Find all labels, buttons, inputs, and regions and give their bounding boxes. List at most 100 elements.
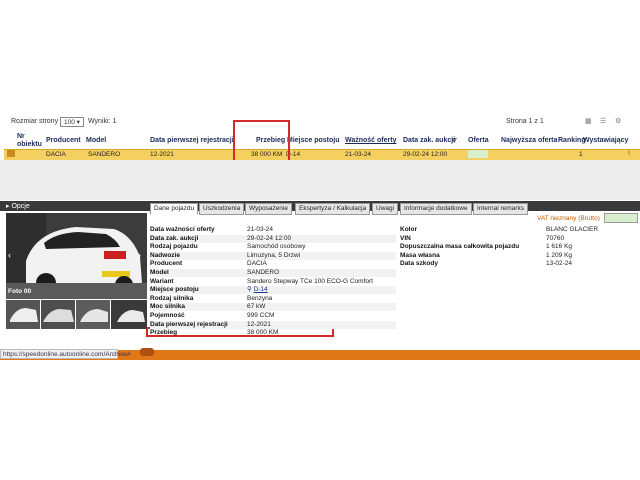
col-wystawiajacy[interactable]: Wystawiający <box>583 137 628 145</box>
detail-value: DACIA <box>247 260 267 268</box>
tab-dane-pojazdu[interactable]: Dane pojazdu <box>150 203 199 215</box>
col-nr[interactable]: Nr obiektu <box>17 133 42 149</box>
sort-icon[interactable]: ▽ <box>452 137 457 145</box>
detail-label: Data pierwszej rejestracji <box>150 320 228 328</box>
detail-label: Pojemność <box>150 312 185 319</box>
row-waznosc: 21-03-24 <box>345 151 372 158</box>
row-data-zak: 29-02-24 12:00 <box>403 151 448 158</box>
tab-internal-remarks[interactable]: Internal remarks <box>473 203 528 215</box>
detail-label: Kolor <box>400 226 417 233</box>
col-ranking[interactable]: Ranking <box>558 137 586 145</box>
detail-row: Data ważności oferty 21-03-24 <box>150 226 396 234</box>
options-label: ▸ Opcje <box>6 203 30 210</box>
thumbnail[interactable] <box>111 300 147 329</box>
car-image <box>6 213 147 299</box>
col-data-zak-aukcji[interactable]: Data zak. aukcji <box>403 137 455 145</box>
detail-value: 13-02-24 <box>546 260 573 268</box>
row-ranking: 1 <box>579 151 583 158</box>
car-icon <box>140 348 154 356</box>
col-model[interactable]: Model <box>86 137 106 145</box>
folder-icon[interactable] <box>7 150 15 157</box>
offer-input[interactable] <box>468 150 488 158</box>
page-size-select[interactable]: 100 ▾ <box>60 117 84 127</box>
page-size-value: 100 <box>64 119 75 126</box>
detail-row: Data pierwszej rejestracji 12-2021 <box>150 320 396 329</box>
detail-value: 999 CCM <box>247 312 275 319</box>
page-size-label: Rozmiar strony <box>11 118 59 125</box>
row-model: SANDERO <box>88 151 121 158</box>
detail-value: 12-2021 <box>247 320 271 328</box>
row-data-rejestracji: 12-2021 <box>150 151 174 158</box>
detail-label: Data ważności oferty <box>150 226 215 233</box>
detail-value: 38 000 KM <box>247 329 279 337</box>
detail-label: Model <box>150 269 169 276</box>
tab-ekspertyza[interactable]: Ekspertyza / Kalkulacja <box>295 203 371 215</box>
thumbnail[interactable] <box>41 300 75 329</box>
photo-next-icon[interactable]: › <box>138 250 141 260</box>
vat-label: VAT nieznany (Brutto) <box>537 215 600 222</box>
col-najwyzsza-oferta[interactable]: Najwyższa oferta <box>501 137 557 145</box>
detail-row: Rodzaj silnika Benzyna <box>150 295 396 303</box>
location-link[interactable]: ⚲ D-14 <box>247 286 268 294</box>
photo-label: Foto 00 <box>8 288 32 295</box>
tab-informacje[interactable]: Informacje dodatkowe <box>400 203 472 215</box>
thumbnail[interactable] <box>6 300 40 329</box>
tab-uwagi[interactable]: Uwagi <box>372 203 399 215</box>
detail-label: Masa własna <box>400 251 440 259</box>
row-producent: DACIA <box>46 151 66 158</box>
detail-label: Dopuszczalna masa całkowita pojazdu <box>400 243 520 251</box>
options-text: Opcje <box>11 203 30 210</box>
detail-value: 1 616 Kg <box>546 243 573 251</box>
detail-value: 21-03-24 <box>247 226 274 233</box>
thumbnail[interactable] <box>76 300 110 329</box>
col-producent[interactable]: Producent <box>46 137 81 145</box>
detail-row: Data zak. aukcji 29-02-24 12:00 <box>150 234 396 243</box>
detail-row: Pojemność 999 CCM <box>150 312 396 320</box>
detail-value: Samochód osobowy <box>247 243 306 251</box>
detail-row: Rodzaj pojazdu Samochód osobowy <box>150 243 396 251</box>
photo-thumbnails <box>6 300 147 329</box>
detail-row: Przebieg 38 000 KM <box>150 329 396 337</box>
detail-row: Producent DACIA <box>150 260 396 268</box>
detail-label: Data szkody <box>400 260 438 268</box>
detail-label: Moc silnika <box>150 303 186 311</box>
detail-label: Data zak. aukcji <box>150 234 199 242</box>
detail-value: 29-02-24 12:00 <box>247 234 292 242</box>
detail-label: Rodzaj silnika <box>150 294 194 302</box>
tab-uszkodzenia[interactable]: Uszkodzenia <box>199 203 245 215</box>
detail-row: Wariant Sandero Stepway TCe 100 ECO-G Com… <box>150 278 396 286</box>
results-toolbar: Rozmiar strony 100 ▾ Wyniki: 1 Strona 1 … <box>0 117 640 129</box>
detail-label: Rodzaj pojazdu <box>150 243 198 251</box>
detail-value: Benzyna <box>247 294 273 302</box>
settings-icon[interactable]: ⚙ <box>615 117 621 125</box>
detail-label: Miejsce postoju <box>150 286 199 294</box>
list-view-icon[interactable]: ☰ <box>600 117 606 125</box>
detail-label: Producent <box>150 260 183 268</box>
detail-value: BLANC GLACIER <box>546 226 599 233</box>
detail-label: VIN <box>400 234 411 242</box>
detail-label: Nadwozie <box>150 251 180 259</box>
grid-view-icon[interactable]: ▦ <box>585 117 592 125</box>
col-miejsce-postoju[interactable]: Miejsce postoju <box>287 137 340 145</box>
tab-wyposazenie[interactable]: Wyposażenie <box>245 203 292 215</box>
detail-value: 70760 <box>546 234 565 242</box>
status-url: https://speedonline.autoonline.com/Archi… <box>0 349 131 359</box>
detail-row: Moc silnika 67 kW <box>150 303 396 312</box>
col-waznosc-oferty[interactable]: Ważność oferty <box>345 137 396 145</box>
detail-value: SANDERO <box>247 269 280 276</box>
location-value: D-14 <box>253 286 268 294</box>
table-header: Nr obiektu Producent Model Data pierwsze… <box>0 131 640 149</box>
map-pin-icon: ⚲ <box>247 286 252 294</box>
photo-prev-icon[interactable]: ‹ <box>8 250 11 260</box>
col-data-rejestracji[interactable]: Data pierwszej rejestracji <box>150 137 234 145</box>
car-photo[interactable]: Foto 00 <box>6 213 147 299</box>
detail-row: Model SANDERO <box>150 269 396 277</box>
detail-value: 1 209 Kg <box>546 251 573 259</box>
table-empty-area <box>0 160 640 200</box>
col-oferta[interactable]: Oferta <box>468 137 489 145</box>
detail-row: Nadwozie Limuzyna, 5 Drzwi <box>150 251 396 260</box>
detail-row: Miejsce postoju ⚲ D-14 <box>150 286 396 295</box>
vat-input[interactable] <box>604 213 638 223</box>
detail-label: Wariant <box>150 277 174 285</box>
results-count: Wyniki: 1 <box>88 118 117 125</box>
